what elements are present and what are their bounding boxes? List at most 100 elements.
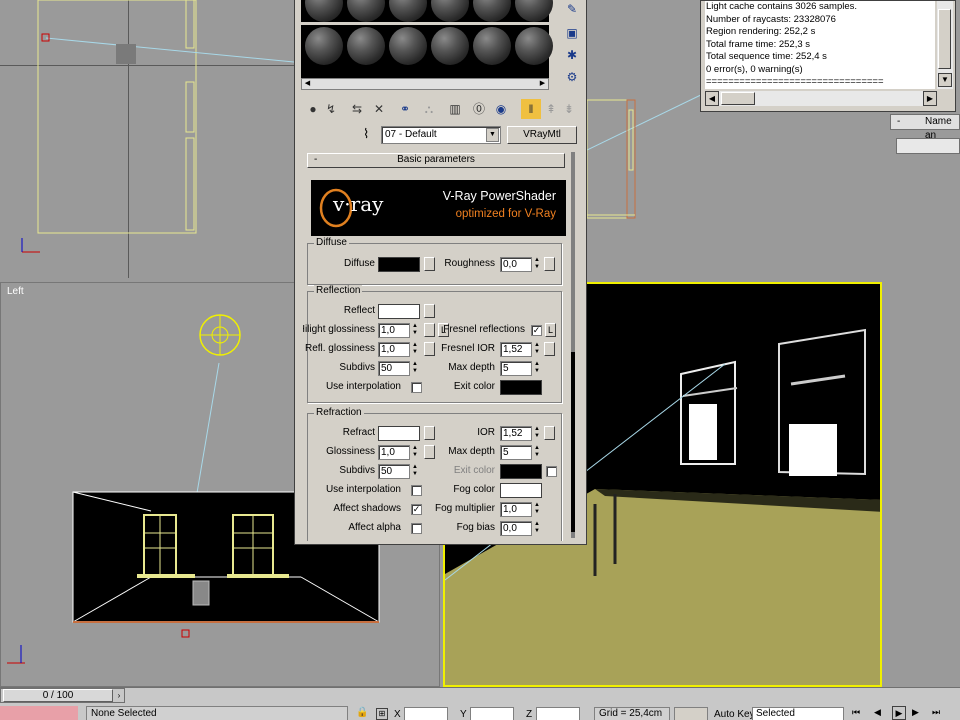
roughness-input[interactable]: 0,0 [500,257,532,272]
roughness-map-button[interactable] [544,257,555,271]
scroll-down-icon[interactable]: ▼ [938,73,952,87]
y-coord-input[interactable] [470,707,514,720]
sample-slot-sphere[interactable] [347,27,385,65]
pick-material-eyedropper-icon[interactable]: ⌇ [363,126,369,142]
reflection-max-depth-input[interactable]: 5 [500,361,532,376]
sample-type-icon[interactable]: ✎ [563,0,581,18]
time-slider-thumb[interactable]: 0 / 100 [3,689,113,702]
go-to-end-icon[interactable]: ⏭ [932,707,940,718]
fog-multiplier-spinner[interactable]: ▲ ▼ [533,502,541,517]
set-key-icon[interactable] [674,707,708,720]
diffuse-color-swatch[interactable] [378,257,420,272]
play-icon[interactable]: ▶ [892,706,906,720]
lock-selection-icon[interactable]: 🔒 [356,707,368,718]
fresnel-ior-map-button[interactable] [544,342,555,356]
sample-slot-sphere[interactable] [431,27,469,65]
chevron-right-icon[interactable]: › [114,689,124,702]
reset-map-icon[interactable]: ✕ [369,99,389,119]
refraction-use-interpolation-checkbox[interactable] [411,485,422,496]
refraction-glossiness-map-button[interactable] [424,445,435,459]
refraction-exit-color-checkbox[interactable] [546,466,557,477]
refl-glossiness-spinner[interactable]: ▲ ▼ [411,342,419,357]
previous-frame-icon[interactable]: ◀ [874,707,881,718]
reflection-subdivs-input[interactable]: 50 [378,361,410,376]
refraction-max-depth-spinner[interactable]: ▲ ▼ [533,445,541,460]
fog-color-swatch[interactable] [500,483,542,498]
z-coord-input[interactable] [536,707,580,720]
affect-shadows-checkbox[interactable]: ✓ [411,504,422,515]
fog-multiplier-input[interactable]: 1,0 [500,502,532,517]
name-rollout-header[interactable]: - Name an [890,114,960,141]
time-slider[interactable]: 0 / 100 › [0,688,125,703]
video-color-check-icon[interactable]: ⚙ [563,68,581,86]
go-to-start-icon[interactable]: ⏮ [852,707,860,718]
sample-uv-tiling-icon[interactable]: ✱ [563,46,581,64]
log-vscroll-thumb[interactable] [938,9,951,69]
maxscript-listener-field[interactable] [0,706,78,720]
reflection-max-depth-spinner[interactable]: ▲ ▼ [533,361,541,376]
material-effects-channel-icon[interactable]: ▥ [445,99,465,119]
sample-slot-sphere[interactable] [305,27,343,65]
name-input[interactable] [896,138,960,154]
reflection-use-interpolation-checkbox[interactable] [411,382,422,393]
sample-slot-sphere[interactable] [389,27,427,65]
fresnel-lock-button[interactable]: L [545,323,556,337]
hilight-glossiness-map-button[interactable] [424,323,435,337]
hilight-glossiness-input[interactable]: 1,0 [378,323,410,338]
ior-input[interactable]: 1,52 [500,426,532,441]
reflection-exit-color-swatch[interactable] [500,380,542,395]
viewport-front[interactable] [0,0,294,278]
refl-glossiness-map-button[interactable] [424,342,435,356]
sample-slot-sphere[interactable] [389,0,427,22]
refract-color-swatch[interactable] [378,426,420,441]
go-forward-sibling-icon[interactable]: ⇞ [541,99,561,119]
background-icon[interactable]: ▣ [563,24,581,42]
log-hscrollbar[interactable]: ◀ ▶ [705,91,937,106]
auto-key-label[interactable]: Auto Key [714,709,755,720]
log-vscrollbar[interactable]: ▼ [937,1,953,89]
fog-bias-input[interactable]: 0,0 [500,521,532,536]
ior-spinner[interactable]: ▲ ▼ [533,426,541,441]
refract-map-button[interactable] [424,426,435,440]
hilight-glossiness-spinner[interactable]: ▲ ▼ [411,323,419,338]
sample-slot-sphere[interactable] [305,0,343,22]
sample-slot-sphere[interactable] [515,27,553,65]
scroll-right-icon[interactable]: ▶ [537,79,548,89]
sample-slots-hscrollbar[interactable]: ◀ ▶ [301,78,549,90]
fresnel-reflections-checkbox[interactable]: ✓ [531,325,542,336]
refraction-glossiness-spinner[interactable]: ▲ ▼ [411,445,419,460]
scroll-left-icon[interactable]: ◀ [302,79,313,89]
fog-bias-spinner[interactable]: ▲ ▼ [533,521,541,536]
get-material-icon[interactable]: ● [303,99,323,119]
reflect-map-button[interactable] [424,304,435,318]
log-hscroll-thumb[interactable] [721,92,755,105]
scroll-left-icon[interactable]: ◀ [705,91,719,106]
x-coord-input[interactable] [404,707,448,720]
sample-slot-sphere[interactable] [473,27,511,65]
material-name-dropdown[interactable]: 07 - Default ▼ [381,126,501,144]
sample-slot-sphere[interactable] [431,0,469,22]
sample-slot-sphere[interactable] [515,0,553,22]
refraction-max-depth-input[interactable]: 5 [500,445,532,460]
basic-parameters-rollout-header[interactable]: - Basic parameters [307,153,565,168]
put-to-scene-icon[interactable]: ↯ [321,99,341,119]
assign-material-icon[interactable]: ⇆ [347,99,367,119]
sample-slot-sphere[interactable] [473,0,511,22]
roughness-spinner[interactable]: ▲ ▼ [533,257,541,272]
show-end-result-icon[interactable]: ◉ [491,99,511,119]
reflect-color-swatch[interactable] [378,304,420,319]
fresnel-ior-spinner[interactable]: ▲ ▼ [533,342,541,357]
pick-material-icon[interactable]: ⇟ [559,99,579,119]
go-to-parent-icon[interactable]: ‖ [521,99,541,119]
material-type-button[interactable]: VRayMtl [507,126,577,144]
reflection-subdivs-spinner[interactable]: ▲ ▼ [411,361,419,376]
refraction-subdivs-input[interactable]: 50 [378,464,410,479]
affect-alpha-checkbox[interactable] [411,523,422,534]
ior-map-button[interactable] [544,426,555,440]
refraction-subdivs-spinner[interactable]: ▲ ▼ [411,464,419,479]
rollout-scroll-thumb[interactable] [571,352,575,532]
sample-slot-sphere[interactable] [347,0,385,22]
key-filter-dropdown[interactable]: Selected [752,707,844,720]
scroll-right-icon[interactable]: ▶ [923,91,937,106]
refl-glossiness-input[interactable]: 1,0 [378,342,410,357]
